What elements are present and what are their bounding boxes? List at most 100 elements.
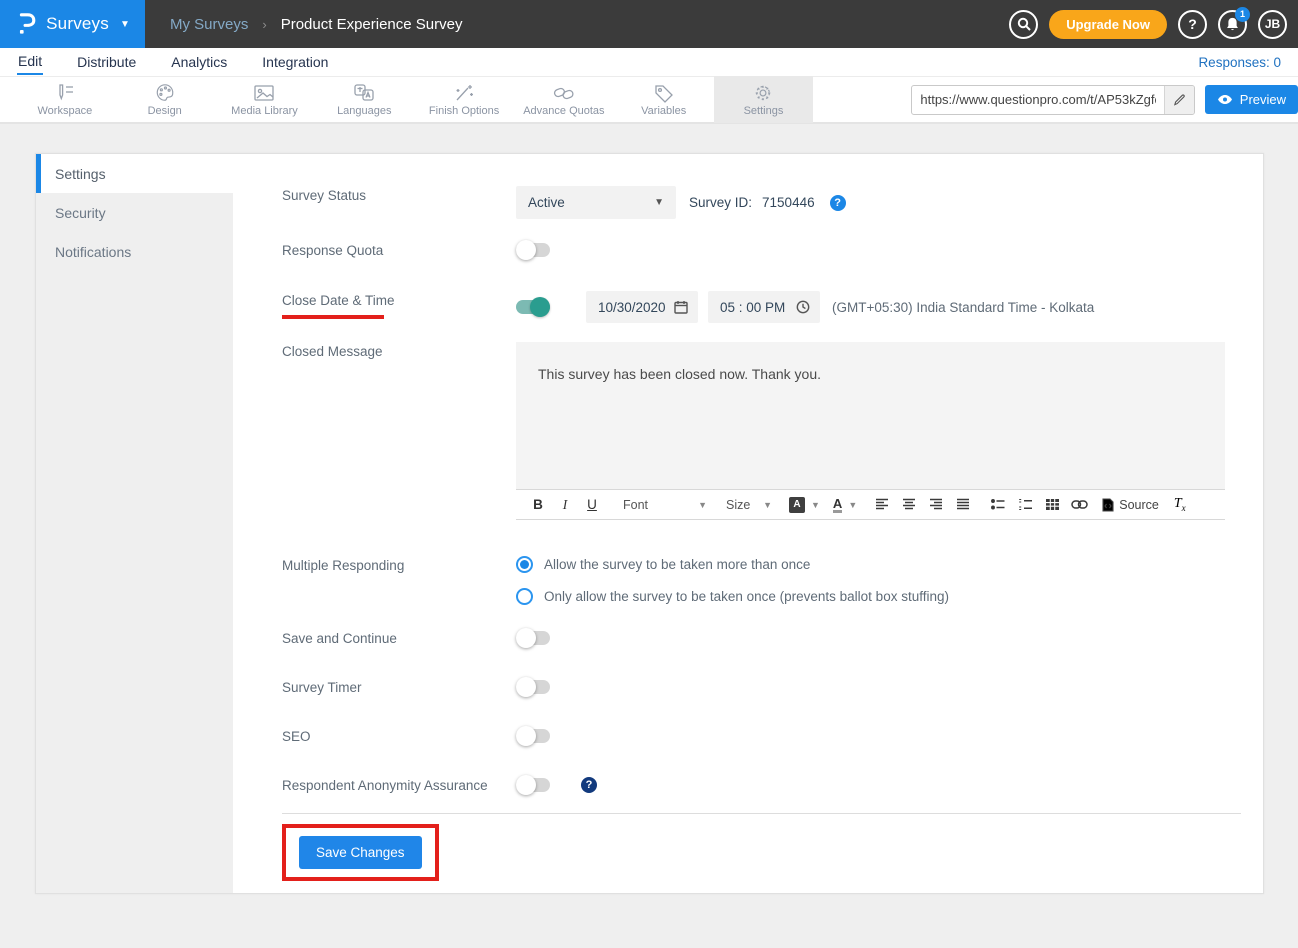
save-and-continue-label: Save and Continue	[282, 629, 516, 646]
source-icon	[1102, 498, 1114, 512]
size-dropdown-label: Size	[726, 498, 750, 512]
chevron-down-icon: ▼	[848, 500, 857, 510]
respondent-anonymity-help-icon[interactable]: ?	[581, 777, 597, 793]
design-icon	[154, 83, 176, 103]
sidebar-item-settings[interactable]: Settings	[36, 154, 233, 193]
font-dropdown-label: Font	[623, 498, 648, 512]
close-date-label: Close Date & Time	[282, 293, 395, 319]
multiple-responding-label: Multiple Responding	[282, 556, 516, 605]
questionpro-logo-icon	[15, 11, 37, 37]
search-button[interactable]	[1009, 10, 1038, 39]
close-date-input[interactable]: 10/30/2020	[586, 291, 698, 323]
help-button[interactable]: ?	[1178, 10, 1207, 39]
respondent-anonymity-toggle[interactable]	[516, 778, 550, 792]
ribbon-item-languages[interactable]: Languages	[314, 76, 414, 123]
insert-link-button[interactable]	[1069, 494, 1089, 516]
settings-form: Survey Status Active ▼ Survey ID: 715044…	[233, 154, 1265, 893]
close-time-input[interactable]: 05 : 00 PM	[708, 291, 820, 323]
settings-sidebar: Settings Security Notifications	[36, 154, 233, 893]
eye-icon	[1217, 94, 1233, 105]
notifications-button[interactable]: 1	[1218, 10, 1247, 39]
bold-button[interactable]: B	[528, 494, 548, 516]
upgrade-now-button[interactable]: Upgrade Now	[1049, 10, 1167, 39]
sidebar-item-security[interactable]: Security	[36, 193, 233, 232]
underline-button[interactable]: U	[582, 494, 602, 516]
align-right-icon	[929, 498, 943, 511]
remove-format-button[interactable]: Tx	[1174, 496, 1186, 513]
preview-button[interactable]: Preview	[1205, 85, 1298, 114]
align-right-button[interactable]	[926, 494, 946, 516]
sidebar-item-notifications[interactable]: Notifications	[36, 232, 233, 271]
toggle-knob	[516, 628, 536, 648]
toggle-knob	[516, 240, 536, 260]
radio-allow-once[interactable]: Only allow the survey to be taken once (…	[516, 588, 949, 605]
survey-timer-toggle[interactable]	[516, 680, 550, 694]
toggle-knob	[530, 297, 550, 317]
breadcrumb-my-surveys[interactable]: My Surveys	[170, 16, 248, 33]
ribbon-item-design[interactable]: Design	[115, 76, 215, 123]
insert-table-button[interactable]	[1042, 494, 1062, 516]
toggle-knob	[516, 775, 536, 795]
bulleted-list-button[interactable]	[988, 494, 1008, 516]
response-quota-toggle[interactable]	[516, 243, 550, 257]
ribbon-item-media-library[interactable]: Media Library	[215, 76, 315, 123]
align-left-button[interactable]	[872, 494, 892, 516]
ribbon-item-advance-quotas[interactable]: Advance Quotas	[514, 76, 614, 123]
settings-card: Settings Security Notifications Survey S…	[35, 153, 1264, 894]
link-icon	[1071, 499, 1088, 510]
tab-edit[interactable]: Edit	[17, 50, 43, 75]
ribbon-item-variables[interactable]: Variables	[614, 76, 714, 123]
respondent-anonymity-label: Respondent Anonymity Assurance	[282, 776, 516, 793]
pencil-icon	[1173, 93, 1186, 106]
font-dropdown[interactable]: Font ▼	[623, 498, 707, 512]
close-date-toggle[interactable]	[516, 300, 550, 314]
justify-button[interactable]	[953, 494, 973, 516]
save-and-continue-toggle[interactable]	[516, 631, 550, 645]
ribbon-item-workspace[interactable]: Workspace	[15, 76, 115, 123]
toggle-knob	[516, 726, 536, 746]
media-library-icon	[252, 83, 276, 103]
close-time-value: 05 : 00 PM	[720, 300, 785, 315]
seo-label: SEO	[282, 727, 516, 744]
text-color-icon: A	[833, 497, 842, 513]
workspace-icon	[54, 83, 76, 103]
tab-distribute[interactable]: Distribute	[76, 51, 137, 74]
radio-allow-multiple[interactable]: Allow the survey to be taken more than o…	[516, 556, 949, 573]
save-changes-button[interactable]: Save Changes	[299, 836, 422, 869]
product-switcher[interactable]: Surveys ▼	[0, 0, 145, 48]
closed-message-textarea[interactable]: This survey has been closed now. Thank y…	[516, 342, 1225, 489]
align-left-icon	[875, 498, 889, 511]
tab-integration[interactable]: Integration	[261, 51, 329, 74]
closed-message-editor: This survey has been closed now. Thank y…	[516, 342, 1225, 520]
radio-option-label: Only allow the survey to be taken once (…	[544, 589, 949, 604]
align-center-icon	[902, 498, 916, 511]
survey-id-help-icon[interactable]: ?	[830, 195, 846, 211]
chevron-down-icon: ▼	[120, 19, 130, 30]
survey-status-label: Survey Status	[282, 186, 516, 219]
avatar-initials: JB	[1265, 17, 1280, 31]
text-color-button[interactable]: A ▼	[833, 497, 857, 513]
background-color-button[interactable]: A ▼	[789, 497, 820, 513]
size-dropdown[interactable]: Size ▼	[726, 498, 772, 512]
align-center-button[interactable]	[899, 494, 919, 516]
numbered-list-icon	[1018, 498, 1033, 511]
seo-toggle[interactable]	[516, 729, 550, 743]
radio-option-label: Allow the survey to be taken more than o…	[544, 557, 810, 572]
ribbon-item-settings[interactable]: Settings	[714, 76, 814, 123]
survey-url-input[interactable]	[912, 92, 1163, 107]
avatar[interactable]: JB	[1258, 10, 1287, 39]
breadcrumb-current-survey: Product Experience Survey	[281, 16, 463, 33]
ribbon-item-finish-options[interactable]: Finish Options	[414, 76, 514, 123]
survey-status-select[interactable]: Active ▼	[516, 186, 676, 219]
radio-unselected-icon	[516, 588, 533, 605]
responses-count: Responses: 0	[1198, 55, 1281, 70]
notification-badge: 1	[1235, 7, 1250, 22]
ribbon-label: Workspace	[37, 105, 92, 117]
tab-analytics[interactable]: Analytics	[170, 51, 228, 74]
italic-button[interactable]: I	[555, 494, 575, 516]
numbered-list-button[interactable]	[1015, 494, 1035, 516]
chevron-down-icon: ▼	[811, 500, 820, 510]
source-button[interactable]: Source	[1102, 498, 1159, 512]
edit-url-button[interactable]	[1164, 86, 1194, 114]
justify-icon	[956, 498, 970, 511]
